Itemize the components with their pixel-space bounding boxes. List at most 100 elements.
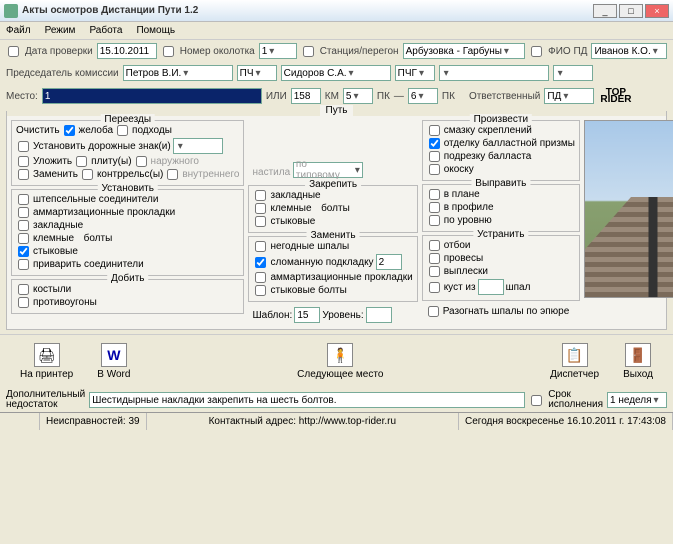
pk1-label: ПК — [377, 91, 390, 102]
chk-privarit[interactable] — [18, 259, 29, 270]
maximize-button[interactable]: □ — [619, 4, 643, 18]
btn-dispatcher[interactable]: 📋Диспетчер — [542, 341, 607, 382]
chk-otdelku[interactable] — [429, 138, 440, 149]
railway-image — [584, 120, 673, 298]
chk-smazku[interactable] — [429, 125, 440, 136]
srok-check[interactable] — [531, 395, 542, 406]
chk-razognat[interactable] — [428, 306, 439, 317]
fs-ustranit: Устранить — [473, 229, 528, 240]
fs-zamenit2: Заменить — [307, 230, 360, 241]
pk2-combo[interactable]: 6 — [408, 88, 438, 104]
chk-plitu[interactable] — [76, 156, 87, 167]
chk-kontr[interactable] — [82, 169, 93, 180]
note-label: Дополнительныйнедостаток — [6, 390, 85, 410]
fio-check[interactable] — [531, 46, 542, 57]
chk-vprofile[interactable] — [429, 202, 440, 213]
station-check[interactable] — [303, 46, 314, 57]
chair-label: Председатель комиссии — [6, 68, 119, 79]
mesto-label: Место: — [6, 91, 38, 102]
btn-next[interactable]: 🧍Следующее место — [289, 341, 391, 382]
znaki-combo[interactable] — [173, 138, 223, 154]
chk-ammprok[interactable] — [18, 207, 29, 218]
chk-stykbolty[interactable] — [255, 285, 266, 296]
pk2-label: ПК — [442, 91, 455, 102]
num-label: Номер околотка — [180, 46, 255, 57]
chk-protivoug[interactable] — [18, 297, 29, 308]
p2-role-combo[interactable]: ПЧГ — [395, 65, 435, 81]
chk-znaki[interactable] — [18, 141, 29, 152]
menu-work[interactable]: Работа — [89, 25, 122, 36]
chk-naruzh[interactable] — [136, 156, 147, 167]
srok-combo[interactable]: 1 неделя — [607, 392, 667, 408]
date-input[interactable] — [97, 43, 157, 59]
pk1-combo[interactable]: 5 — [343, 88, 373, 104]
p3-combo[interactable] — [439, 65, 549, 81]
fs-dobit: Добить — [107, 273, 149, 284]
panel-title: Путь — [320, 105, 354, 116]
btn-printer[interactable]: 🖨На принтер — [12, 341, 81, 382]
btn-exit[interactable]: 🚪Выход — [615, 341, 661, 382]
chk-kostyli[interactable] — [18, 284, 29, 295]
status-contact: Контактный адрес: http://www.top-rider.r… — [147, 413, 459, 430]
logo: TOPRIDER — [598, 87, 633, 105]
chk-sloman[interactable] — [255, 257, 266, 268]
chk-klemnye2[interactable] — [255, 203, 266, 214]
close-button[interactable]: × — [645, 4, 669, 18]
minimize-button[interactable]: _ — [593, 4, 617, 18]
station-combo[interactable]: Арбузовка - Гарбуны — [403, 43, 526, 59]
mesto-input[interactable] — [42, 88, 262, 104]
chair-role-combo[interactable]: ПЧ — [237, 65, 277, 81]
chk-ammprok2[interactable] — [255, 272, 266, 283]
chk-stykovye[interactable] — [18, 246, 29, 257]
shablon-input[interactable] — [294, 307, 320, 323]
chk-zheloba[interactable] — [64, 125, 75, 136]
chk-vplane[interactable] — [429, 189, 440, 200]
fs-zakrepit: Закрепить — [305, 179, 361, 190]
btn-word[interactable]: WВ Word — [89, 341, 138, 382]
resp-combo[interactable]: ПД — [544, 88, 594, 104]
window-title: Акты осмотров Дистанции Пути 1.2 — [22, 5, 593, 16]
p3-role-combo[interactable] — [553, 65, 593, 81]
uroven-input[interactable] — [366, 307, 392, 323]
menu-help[interactable]: Помощь — [136, 25, 175, 36]
chk-vnutr[interactable] — [167, 169, 178, 180]
fs-pereezdy: Переезды — [100, 114, 155, 125]
sloman-num[interactable] — [376, 254, 402, 270]
nastila-combo[interactable]: по типовому — [293, 162, 363, 178]
chk-provesy[interactable] — [429, 253, 440, 264]
date-check[interactable] — [8, 46, 19, 57]
dispatcher-icon: 📋 — [562, 343, 588, 367]
chk-zamenit[interactable] — [18, 169, 29, 180]
status-date: Сегодня воскресенье 16.10.2011 г. 17:43:… — [459, 413, 673, 430]
menu-file[interactable]: Файл — [6, 25, 31, 36]
chk-klemnye[interactable] — [18, 233, 29, 244]
chk-otboi[interactable] — [429, 240, 440, 251]
fio-combo[interactable]: Иванов К.О. — [591, 43, 667, 59]
kust-num[interactable] — [478, 279, 504, 295]
chk-stykovye2[interactable] — [255, 216, 266, 227]
chk-okosku[interactable] — [429, 164, 440, 175]
num-check[interactable] — [163, 46, 174, 57]
chk-vypleski[interactable] — [429, 266, 440, 277]
status-defects: Неисправностей: 39 — [40, 413, 147, 430]
chk-podhody[interactable] — [117, 125, 128, 136]
chk-pourovnyu[interactable] — [429, 215, 440, 226]
fs-vypravit: Выправить — [471, 178, 530, 189]
chair-combo[interactable]: Петров В.И. — [123, 65, 233, 81]
chk-zakladnye2[interactable] — [255, 190, 266, 201]
menu-mode[interactable]: Режим — [45, 25, 76, 36]
note-input[interactable] — [89, 392, 525, 408]
chk-negodnye[interactable] — [255, 241, 266, 252]
app-icon — [4, 4, 18, 18]
chk-zakladnye[interactable] — [18, 220, 29, 231]
fs-proizvesti: Произвести — [470, 114, 532, 125]
chk-kust[interactable] — [429, 282, 440, 293]
p2-combo[interactable]: Сидоров С.А. — [281, 65, 391, 81]
num-combo[interactable]: 1 — [259, 43, 297, 59]
chk-shtep[interactable] — [18, 194, 29, 205]
km-input[interactable] — [291, 88, 321, 104]
chk-podrezku[interactable] — [429, 151, 440, 162]
ili-label: ИЛИ — [266, 91, 287, 102]
fs-ustanovit: Установить — [97, 183, 158, 194]
chk-ulozhit[interactable] — [18, 156, 29, 167]
